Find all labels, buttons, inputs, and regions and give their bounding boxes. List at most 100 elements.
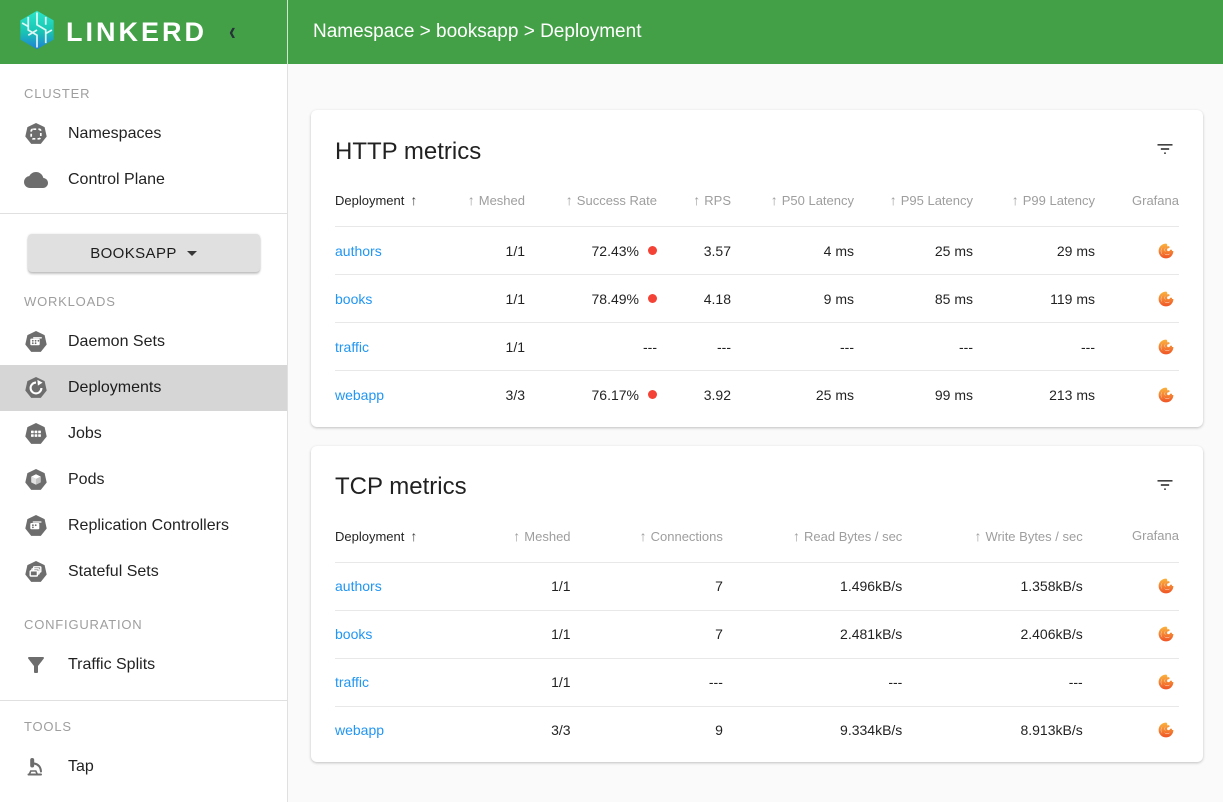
table-row: books 1/1 78.49% 4.18 9 ms 85 ms 119 ms xyxy=(335,275,1179,323)
write-bytes-cell: 8.913kB/s xyxy=(902,706,1082,754)
sidebar-divider xyxy=(0,213,287,214)
col-header-rps[interactable]: ↑RPS xyxy=(657,176,731,227)
grafana-icon[interactable] xyxy=(1157,577,1175,595)
grafana-icon[interactable] xyxy=(1157,721,1175,739)
section-label-cluster: CLUSTER xyxy=(0,64,287,111)
chevron-down-icon xyxy=(187,251,197,256)
sidebar-item-pods[interactable]: Pods xyxy=(0,457,287,503)
table-row: books 1/1 7 2.481kB/s 2.406kB/s xyxy=(335,610,1179,658)
main-area: Namespace > booksapp > Deployment HTTP m… xyxy=(288,0,1223,802)
deployment-link[interactable]: authors xyxy=(335,578,382,594)
sort-arrow-icon: ↑ xyxy=(513,528,520,544)
col-header-deployment[interactable]: Deployment↑ xyxy=(335,176,455,227)
job-icon xyxy=(24,422,48,446)
sidebar-item-deployments[interactable]: Deployments xyxy=(0,365,287,411)
http-metrics-table: Deployment↑ ↑Meshed ↑Success Rate ↑RPS ↑… xyxy=(335,176,1179,419)
sort-arrow-icon: ↑ xyxy=(1012,192,1019,208)
sidebar-item-label: Traffic Splits xyxy=(68,656,155,674)
col-header-p95[interactable]: ↑P95 Latency xyxy=(854,176,973,227)
filter-icon[interactable] xyxy=(1151,135,1179,168)
sidebar-item-label: Replication Controllers xyxy=(68,517,229,535)
page-content[interactable]: HTTP metrics Deployment↑ ↑Meshed xyxy=(288,64,1223,802)
col-header-meshed[interactable]: ↑Meshed xyxy=(455,176,525,227)
success-rate-cell: --- xyxy=(525,323,657,371)
sidebar-item-label: Control Plane xyxy=(68,171,165,189)
meshed-cell: 3/3 xyxy=(465,706,570,754)
deployment-link[interactable]: books xyxy=(335,626,372,642)
tcp-metrics-card: TCP metrics Deployment↑ ↑Meshed ↑ xyxy=(311,446,1203,763)
col-header-write-bytes[interactable]: ↑Write Bytes / sec xyxy=(902,512,1082,563)
linkerd-logo[interactable]: LINKERD xyxy=(16,9,207,56)
sidebar-collapse-icon[interactable]: ‹ xyxy=(229,19,236,45)
success-rate-cell: 72.43% xyxy=(525,227,657,275)
p99-cell: 119 ms xyxy=(973,275,1095,323)
grafana-cell xyxy=(1095,323,1179,371)
sidebar-item-daemon-sets[interactable]: Daemon Sets xyxy=(0,319,287,365)
table-row: traffic 1/1 --- --- --- xyxy=(335,658,1179,706)
write-bytes-cell: --- xyxy=(902,658,1082,706)
grafana-cell xyxy=(1083,610,1179,658)
table-row: webapp 3/3 76.17% 3.92 25 ms 99 ms 213 m… xyxy=(335,371,1179,419)
sidebar-item-stateful-sets[interactable]: Stateful Sets xyxy=(0,549,287,595)
read-bytes-cell: 1.496kB/s xyxy=(723,562,902,610)
deployment-link[interactable]: traffic xyxy=(335,674,369,690)
p50-cell: 4 ms xyxy=(731,227,854,275)
sidebar-item-label: Daemon Sets xyxy=(68,333,165,351)
p95-cell: --- xyxy=(854,323,973,371)
sidebar-item-label: Tap xyxy=(68,758,94,776)
deployment-link[interactable]: traffic xyxy=(335,339,369,355)
sidebar-item-replication-controllers[interactable]: Replication Controllers xyxy=(0,503,287,549)
grafana-icon[interactable] xyxy=(1157,386,1175,404)
section-label-configuration: CONFIGURATION xyxy=(0,595,287,642)
col-header-p50[interactable]: ↑P50 Latency xyxy=(731,176,854,227)
sidebar-item-namespaces[interactable]: Namespaces xyxy=(0,111,287,157)
meshed-cell: 1/1 xyxy=(455,323,525,371)
meshed-cell: 1/1 xyxy=(465,610,570,658)
deployment-link[interactable]: webapp xyxy=(335,387,384,403)
p50-cell: --- xyxy=(731,323,854,371)
deployment-link[interactable]: authors xyxy=(335,243,382,259)
deployment-link[interactable]: webapp xyxy=(335,722,384,738)
deployment-link[interactable]: books xyxy=(335,291,372,307)
grafana-icon[interactable] xyxy=(1157,673,1175,691)
col-header-deployment[interactable]: Deployment↑ xyxy=(335,512,465,563)
read-bytes-cell: 2.481kB/s xyxy=(723,610,902,658)
top-app-bar: Namespace > booksapp > Deployment xyxy=(288,0,1223,64)
grafana-icon[interactable] xyxy=(1157,338,1175,356)
tap-icon xyxy=(24,755,48,779)
filter-icon[interactable] xyxy=(1151,471,1179,504)
write-bytes-cell: 2.406kB/s xyxy=(902,610,1082,658)
sidebar-item-control-plane[interactable]: Control Plane xyxy=(0,157,287,203)
namespace-selector-button[interactable]: BOOKSAPP xyxy=(28,234,260,272)
rps-cell: 3.92 xyxy=(657,371,731,419)
sidebar-item-label: Pods xyxy=(68,471,104,489)
daemonset-icon xyxy=(24,330,48,354)
status-dot-icon xyxy=(648,294,657,303)
namespaces-icon xyxy=(24,122,48,146)
connections-cell: 7 xyxy=(571,562,723,610)
meshed-cell: 1/1 xyxy=(455,227,525,275)
col-header-read-bytes[interactable]: ↑Read Bytes / sec xyxy=(723,512,902,563)
col-header-connections[interactable]: ↑Connections xyxy=(571,512,723,563)
p99-cell: --- xyxy=(973,323,1095,371)
col-header-meshed[interactable]: ↑Meshed xyxy=(465,512,570,563)
statefulset-icon xyxy=(24,560,48,584)
grafana-icon[interactable] xyxy=(1157,242,1175,260)
grafana-icon[interactable] xyxy=(1157,625,1175,643)
sort-arrow-icon: ↑ xyxy=(410,528,417,544)
deployment-icon xyxy=(24,376,48,400)
col-header-success-rate[interactable]: ↑Success Rate xyxy=(525,176,657,227)
grafana-icon[interactable] xyxy=(1157,290,1175,308)
http-metrics-title: HTTP metrics xyxy=(335,138,481,166)
col-header-p99[interactable]: ↑P99 Latency xyxy=(973,176,1095,227)
sidebar-item-jobs[interactable]: Jobs xyxy=(0,411,287,457)
grafana-cell xyxy=(1083,658,1179,706)
sidebar-item-traffic-splits[interactable]: Traffic Splits xyxy=(0,642,287,688)
table-row: authors 1/1 7 1.496kB/s 1.358kB/s xyxy=(335,562,1179,610)
sidebar-nav: CLUSTER Namespaces Control Plane BOOKSAP… xyxy=(0,64,288,802)
sort-arrow-icon: ↑ xyxy=(890,192,897,208)
sidebar-item-tap[interactable]: Tap xyxy=(0,744,287,790)
pod-icon xyxy=(24,468,48,492)
table-row: traffic 1/1 --- --- --- --- --- xyxy=(335,323,1179,371)
read-bytes-cell: --- xyxy=(723,658,902,706)
